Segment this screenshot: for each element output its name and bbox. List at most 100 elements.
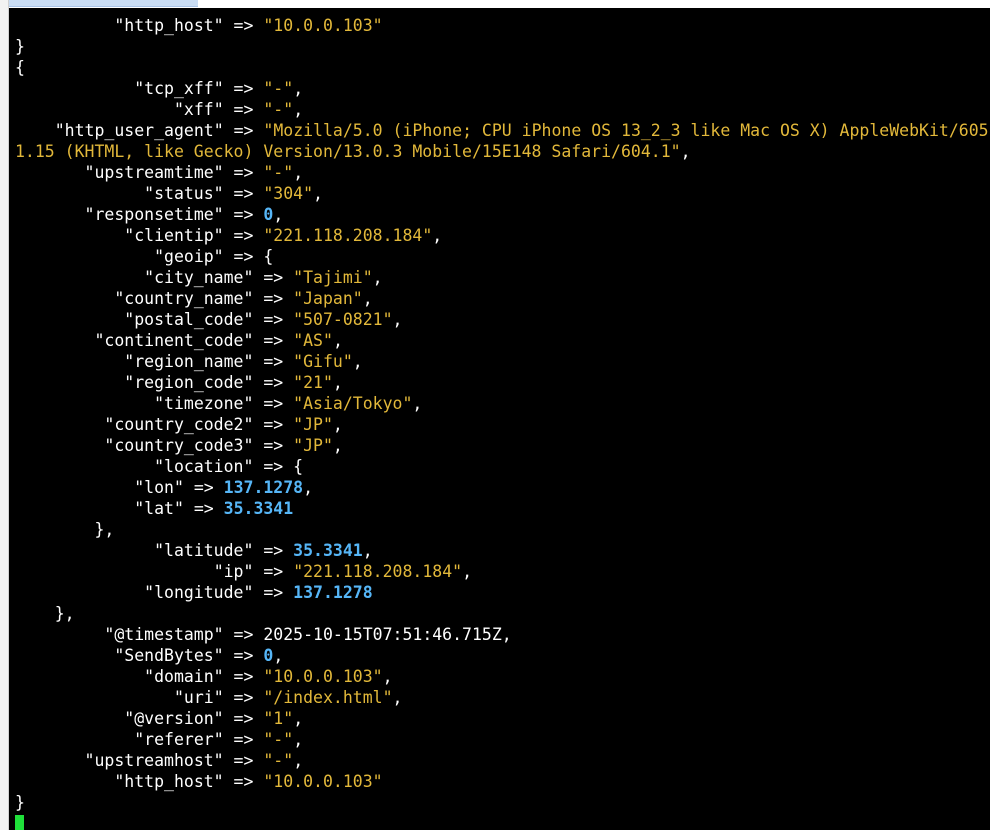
comma: , (293, 163, 304, 182)
json-key: "http_user_agent" (54, 121, 224, 140)
terminal-line: "http_host" => "10.0.0.103" (15, 15, 990, 36)
arrow-operator: => (223, 688, 264, 707)
comma: , (273, 205, 284, 224)
arrow-operator: => (223, 205, 264, 224)
timestamp-value: 2025-10-15T07:51:46.715Z (263, 625, 502, 644)
number-value: 35.3341 (293, 541, 363, 560)
terminal-line: "location" => { (15, 456, 990, 477)
string-value: "221.118.208.184" (263, 226, 433, 245)
terminal-line: "region_name" => "Gifu", (15, 351, 990, 372)
string-value: "JP" (293, 436, 333, 455)
comma: , (293, 100, 304, 119)
terminal-line: "lat" => 35.3341 (15, 498, 990, 519)
comma: , (303, 478, 314, 497)
terminal-line: "clientip" => "221.118.208.184", (15, 225, 990, 246)
json-key: "latitude" (154, 541, 254, 560)
terminal-line: "upstreamhost" => "-", (15, 750, 990, 771)
arrow-operator: => (223, 709, 264, 728)
json-key: "timezone" (154, 394, 254, 413)
terminal-line: "ip" => "221.118.208.184", (15, 561, 990, 582)
terminal-output[interactable]: "http_host" => "10.0.0.103"} { "tcp_xff" … (9, 8, 990, 830)
json-key: "upstreamhost" (84, 751, 224, 770)
comma: , (313, 184, 323, 203)
brace: } (15, 793, 25, 812)
comma: , (332, 415, 343, 434)
json-key: "SendBytes" (114, 646, 224, 665)
string-value: "10.0.0.103" (263, 667, 383, 686)
string-value: "Tajimi" (293, 268, 373, 287)
terminal-line: 1.15 (KHTML, like Gecko) Version/13.0.3 … (15, 141, 990, 162)
arrow-operator: => (223, 772, 264, 791)
open-brace: { (263, 247, 274, 266)
json-key: "lon" (134, 478, 184, 497)
json-key: "@version" (124, 709, 224, 728)
arrow-operator: => (223, 730, 264, 749)
comma: , (432, 226, 443, 245)
comma: , (392, 688, 403, 707)
arrow-operator: => (253, 310, 294, 329)
comma: , (352, 352, 363, 371)
json-key: "lat" (134, 499, 184, 518)
json-key: "http_host" (114, 16, 224, 35)
json-key: "country_code2" (104, 415, 254, 434)
terminal-line: "country_code2" => "JP", (15, 414, 990, 435)
arrow-operator: => (253, 373, 294, 392)
window-tab[interactable] (8, 0, 198, 7)
arrow-operator: => (253, 268, 294, 287)
terminal-lines: "http_host" => "10.0.0.103"} { "tcp_xff" … (15, 15, 990, 830)
terminal-line: "xff" => "-", (15, 99, 990, 120)
number-value: 137.1278 (293, 583, 373, 602)
arrow-operator: => (223, 16, 264, 35)
comma: , (501, 625, 512, 644)
terminal-line: "geoip" => { (15, 246, 990, 267)
arrow-operator: => (253, 541, 294, 560)
json-key: "status" (144, 184, 224, 203)
json-key: "region_code" (124, 373, 254, 392)
brace: } (15, 37, 25, 56)
json-key: "tcp_xff" (134, 79, 224, 98)
string-value: "Japan" (293, 289, 363, 308)
open-brace: { (293, 457, 304, 476)
comma: , (332, 436, 343, 455)
string-value: "-" (263, 730, 294, 749)
json-key: "country_code3" (104, 436, 254, 455)
terminal-line: "referer" => "-", (15, 729, 990, 750)
terminal-window: "http_host" => "10.0.0.103"} { "tcp_xff" … (0, 0, 990, 830)
terminal-line: "region_code" => "21", (15, 372, 990, 393)
comma: , (462, 562, 473, 581)
string-value: "10.0.0.103" (263, 772, 383, 791)
string-value: "-" (263, 100, 294, 119)
arrow-operator: => (253, 394, 294, 413)
terminal-line: "longitude" => 137.1278 (15, 582, 990, 603)
terminal-line: "@timestamp" => 2025-10-15T07:51:46.715Z… (15, 624, 990, 645)
string-value: "/index.html" (263, 688, 393, 707)
string-value: "Gifu" (293, 352, 353, 371)
terminal-line: "@version" => "1", (15, 708, 990, 729)
string-value: "1" (263, 709, 294, 728)
string-value: "AS" (293, 331, 333, 350)
string-value: "-" (263, 751, 294, 770)
json-key: "xff" (173, 100, 224, 119)
number-value: 0 (263, 646, 274, 665)
terminal-line: "responsetime" => 0, (15, 204, 990, 225)
arrow-operator: => (253, 415, 294, 434)
json-key: "continent_code" (94, 331, 254, 350)
terminal-line: "country_code3" => "JP", (15, 435, 990, 456)
terminal-line: "timezone" => "Asia/Tokyo", (15, 393, 990, 414)
json-key: "city_name" (144, 268, 254, 287)
json-key: "geoip" (154, 247, 224, 266)
